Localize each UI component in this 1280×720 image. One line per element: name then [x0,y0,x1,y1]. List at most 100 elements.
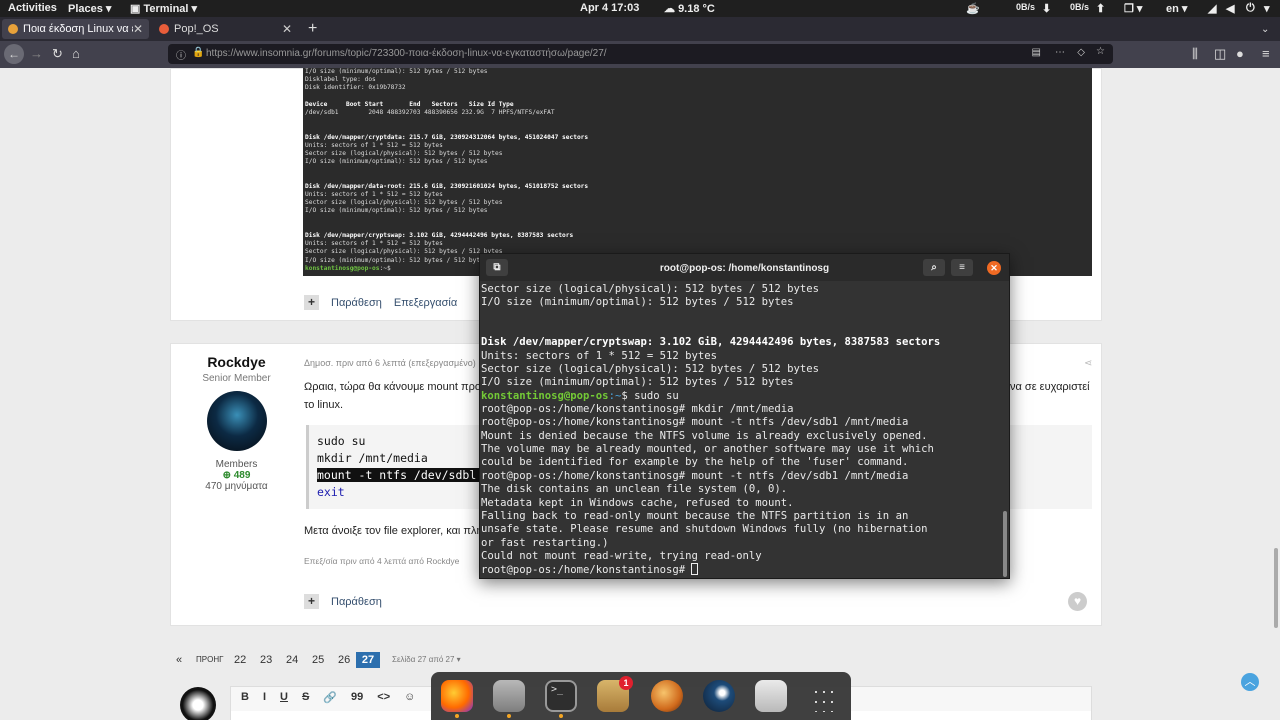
terminal-scrollbar[interactable] [1003,511,1007,577]
plus-icon[interactable]: + [304,594,319,609]
screenshot-line: Sector size (logical/physical): 512 byte… [305,150,503,158]
page-summary-dropdown[interactable]: Σελίδα 27 από 27 ▾ [392,652,461,668]
power-icon[interactable]: ⏻ [1246,2,1255,15]
volume-icon[interactable]: ◀ [1226,2,1234,15]
home-icon[interactable]: ⌂ [72,46,80,61]
reload-icon[interactable]: ↻ [52,46,63,62]
pocket-icon[interactable]: ◇ [1077,47,1085,58]
avatar[interactable] [206,391,267,451]
page-link[interactable]: 24 [286,652,298,668]
clipboard-icon[interactable]: ❐ ▾ [1124,2,1142,15]
terminal-app-menu[interactable]: ▣ Terminal ▾ [130,2,197,15]
plus-icon[interactable]: + [304,295,319,310]
screenshot-line: I/O size (minimum/optimal): 512 bytes / … [305,158,488,166]
current-page[interactable]: 27 [356,652,380,668]
terminal-text: root@pop-os:/home/konstantinosg# mount -… [481,416,909,429]
share-icon[interactable]: ⋖ [1084,358,1092,369]
quote-button[interactable]: Παράθεση [331,596,382,608]
link-button[interactable]: 🔗 [323,691,337,707]
first-page-icon[interactable]: « [176,652,182,668]
sidebar-icon[interactable]: ◫ [1214,46,1226,62]
terminal-output[interactable]: Sector size (logical/physical): 512 byte… [481,283,999,579]
terminal-icon[interactable]: >_ [545,680,577,712]
wifi-icon[interactable]: ◢ [1208,2,1216,15]
quote-button[interactable]: Παράθεση [331,297,382,309]
close-tab-icon[interactable]: ✕ [282,22,292,36]
app-grid-icon[interactable]: ··· ··· ··· [809,680,841,712]
hamburger-menu-icon[interactable]: ≡ [1262,46,1270,61]
extension-icon[interactable]: ● [1236,46,1244,61]
post-count: 470 μηνύματα [205,481,268,492]
terminal-line: root@pop-os:/home/konstantinosg# mount -… [481,416,999,429]
page-link[interactable]: 26 [338,652,350,668]
reader-view-icon[interactable]: ▤ [1032,47,1041,58]
terminal-text: Falling back to read-only mount because … [481,509,909,522]
tab-list-icon[interactable]: ⌄ [1255,19,1275,39]
terminal-line: I/O size (minimum/optimal): 512 bytes / … [481,376,999,389]
notification-badge: 1 [619,676,633,690]
clock[interactable]: Apr 4 17:03 [580,2,639,14]
search-icon[interactable]: ⌕ [923,259,945,276]
quote-insert-button[interactable]: 99 [351,691,363,707]
italic-button[interactable]: I [263,691,266,707]
steam-icon[interactable] [703,680,735,712]
page-link[interactable]: 22 [234,652,246,668]
strike-button[interactable]: S [302,691,309,707]
terminal-text: The volume may be already mounted, or an… [481,443,934,456]
browser-tab-strip: Ποια έκδοση Linux να εγκατ ✕ Pop!_OS ✕ +… [0,17,1280,41]
url-bar[interactable]: ⓘ 🔒 https://www.insomnia.gr/forums/topic… [168,44,1113,64]
screenshot-line: Sector size (logical/physical): 512 byte… [305,248,503,256]
bold-button[interactable]: B [241,691,249,707]
terminal-text: Metadata kept in Windows cache, refused … [481,496,794,509]
screenshot-line: I/O size (minimum/optimal): 512 bytes / … [305,68,488,75]
page-link[interactable]: 23 [260,652,272,668]
places-menu[interactable]: Places ▾ [68,2,111,15]
underline-button[interactable]: U [280,691,288,707]
scroll-top-icon[interactable]: ︿ [1241,673,1259,691]
library-icon[interactable]: ⫼ [1192,46,1198,62]
terminal-line: root@pop-os:/home/konstantinosg# mount -… [481,470,999,483]
emoji-button[interactable]: ☺ [404,691,415,707]
page-actions-icon[interactable]: ⋯ [1055,47,1065,58]
post2-actions: + Παράθεση [304,594,382,609]
terminal-line: The disk contains an unclean file system… [481,483,999,496]
screenshot-line: Disk /dev/mapper/data-root: 215.6 GiB, 2… [305,182,589,190]
fish-app-icon[interactable] [651,680,683,712]
files-icon[interactable] [493,680,525,712]
system-menu-arrow[interactable]: ▾ [1264,2,1270,15]
screenshot-line: Disk /dev/mapper/cryptswap: 3.102 GiB, 4… [305,232,574,240]
post1-actions: + Παράθεση Επεξεργασία [304,295,457,310]
terminal-window[interactable]: ⧉ root@pop-os: /home/konstantinosg ⌕ ≡ ✕… [479,253,1010,579]
firefox-icon[interactable] [441,680,473,712]
settings-icon[interactable] [755,680,787,712]
author-name[interactable]: Rockdye [185,354,288,370]
close-window-icon[interactable]: ✕ [987,261,1001,275]
lock-icon: 🔒 [192,47,205,58]
prev-page-link[interactable]: ΠΡΟΗΓ [196,652,224,668]
page-link[interactable]: 25 [312,652,324,668]
edit-button[interactable]: Επεξεργασία [394,297,457,309]
plus-circle-icon: ⊕ [222,470,231,481]
embedded-terminal-screenshot[interactable]: I/O size (minimum/optimal): 512 bytes / … [303,68,1092,276]
my-avatar [180,687,216,720]
page-scrollbar[interactable] [1274,548,1278,628]
tab-popos[interactable]: Pop!_OS ✕ [153,19,298,39]
activities-button[interactable]: Activities [8,2,57,14]
screenshot-line: Disk identifier: 0x19b78732 [305,84,406,92]
new-tab-button[interactable]: + [302,19,323,39]
forward-arrow-icon[interactable]: → [30,46,43,61]
dock: >_ 1 ··· ··· ··· [431,672,851,720]
coffee-icon[interactable]: ☕ [966,2,980,15]
code-button[interactable]: <> [377,691,390,707]
menu-icon[interactable]: ≡ [951,259,973,276]
keyboard-layout[interactable]: en ▾ [1166,2,1187,15]
back-arrow-icon[interactable]: ← [4,44,24,64]
close-tab-icon[interactable]: ✕ [133,22,143,36]
tab-insomnia[interactable]: Ποια έκδοση Linux να εγκατ ✕ [2,19,149,39]
like-heart-icon[interactable]: ♥ [1068,592,1087,611]
weather-indicator[interactable]: ☁ 9.18 °C [664,2,715,15]
terminal-text: root@pop-os:/home/konstantinosg# mount -… [481,469,909,482]
post-text-1-line2: το linux. [304,399,344,411]
bookmark-star-icon[interactable]: ☆ [1096,46,1105,57]
post-timestamp[interactable]: Δημοσ. πριν από 6 λεπτά (επεξεργασμένο) [304,358,476,368]
